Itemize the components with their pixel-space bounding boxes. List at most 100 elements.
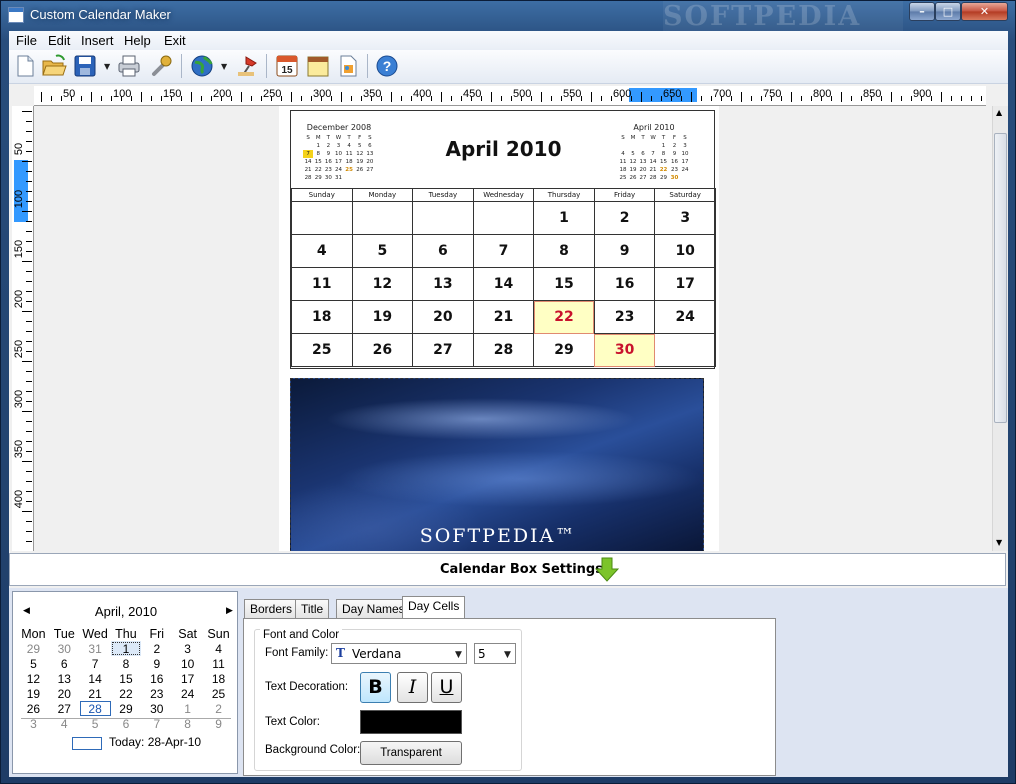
day-cell[interactable]: 30 (593, 333, 656, 367)
new-document-icon[interactable] (12, 53, 38, 79)
date-picker-day[interactable]: 13 (49, 671, 80, 686)
wrench-icon[interactable] (148, 53, 174, 79)
bold-button[interactable]: B (360, 672, 391, 703)
date-picker-day[interactable]: 15 (111, 671, 142, 686)
minimize-button[interactable]: – (909, 2, 935, 21)
maximize-button[interactable]: □ (935, 2, 961, 21)
image-icon[interactable] (335, 53, 361, 79)
day-cell[interactable]: 14 (472, 267, 535, 301)
scroll-up-icon[interactable]: ▲ (996, 108, 1002, 117)
menu-help[interactable]: Help (124, 33, 151, 48)
day-cell[interactable]: 23 (593, 300, 656, 334)
date-picker-day[interactable]: 10 (172, 656, 203, 671)
date-picker-day[interactable]: 27 (49, 701, 80, 716)
date-picker-day[interactable]: 11 (203, 656, 234, 671)
calendar-15-icon[interactable]: 15 (274, 53, 300, 79)
date-picker-day[interactable]: 8 (111, 656, 142, 671)
day-cell[interactable]: 3 (654, 201, 716, 235)
menu-edit[interactable]: Edit (48, 33, 70, 48)
chevron-down-icon[interactable]: ▼ (455, 650, 462, 660)
day-cell[interactable]: 27 (412, 333, 474, 367)
help-icon[interactable]: ? (374, 53, 400, 79)
title-bar[interactable]: Custom Calendar Maker SOFTPEDIA – □ ✕ (1, 1, 1015, 32)
font-size-select[interactable]: 5 ▼ (474, 643, 516, 664)
date-picker-day[interactable]: 22 (111, 686, 142, 701)
menu-exit[interactable]: Exit (164, 33, 186, 48)
underline-button[interactable]: U (431, 672, 462, 703)
date-picker-day[interactable]: 26 (18, 701, 49, 716)
vertical-scrollbar[interactable]: ▲ ▼ (992, 106, 1008, 551)
date-picker-day[interactable]: 30 (141, 701, 172, 716)
today-link[interactable]: Today: 28-Apr-10 (109, 735, 201, 749)
date-picker-day[interactable]: 16 (141, 671, 172, 686)
day-cell[interactable]: 13 (412, 267, 474, 301)
text-color-swatch[interactable] (360, 710, 462, 734)
date-picker-day[interactable]: 18 (203, 671, 234, 686)
day-cell[interactable] (654, 333, 716, 367)
menu-file[interactable]: File (16, 33, 37, 48)
globe-dropdown-icon[interactable]: ▼ (221, 62, 229, 71)
day-cell[interactable]: 10 (654, 234, 716, 268)
pin-icon[interactable] (235, 53, 261, 79)
calendar-image[interactable]: SOFTPEDIA™ (290, 378, 704, 551)
day-cell[interactable]: 22 (533, 300, 595, 334)
tab-borders[interactable]: Borders (244, 599, 299, 618)
background-color-button[interactable]: Transparent (360, 741, 462, 765)
date-picker-day[interactable]: 29 (18, 641, 49, 656)
date-picker-day[interactable]: 17 (172, 671, 203, 686)
date-picker-day[interactable]: 31 (80, 641, 111, 656)
print-icon[interactable] (116, 53, 142, 79)
date-picker-day[interactable]: 21 (80, 686, 111, 701)
day-cell[interactable]: 25 (291, 333, 353, 367)
day-cell[interactable]: 7 (472, 234, 535, 268)
chevron-down-icon[interactable]: ▼ (504, 650, 511, 660)
down-arrow-icon[interactable] (594, 557, 620, 582)
menu-insert[interactable]: Insert (81, 33, 114, 48)
save-icon[interactable] (72, 53, 98, 79)
day-cell[interactable]: 28 (472, 333, 535, 367)
date-picker-day[interactable]: 2 (141, 641, 172, 656)
tab-day-names[interactable]: Day Names (336, 599, 411, 618)
date-picker-day[interactable]: 1 (172, 701, 203, 716)
tab-day-cells[interactable]: Day Cells (402, 596, 466, 619)
day-cell[interactable]: 17 (654, 267, 716, 301)
day-cell[interactable]: 8 (533, 234, 595, 268)
date-picker-day[interactable]: 7 (80, 656, 111, 671)
date-picker-day[interactable]: 6 (49, 656, 80, 671)
date-picker-day[interactable]: 5 (18, 656, 49, 671)
day-cell[interactable] (472, 201, 535, 235)
day-cell[interactable]: 11 (291, 267, 353, 301)
date-picker-day[interactable]: 20 (49, 686, 80, 701)
next-month-icon[interactable]: ▶ (226, 605, 233, 616)
scrollbar-thumb[interactable] (994, 133, 1007, 423)
date-picker-day[interactable]: 1 (110, 641, 142, 656)
day-cell[interactable]: 9 (593, 234, 656, 268)
day-cell[interactable]: 21 (472, 300, 535, 334)
day-cell[interactable]: 1 (533, 201, 595, 235)
date-picker[interactable]: April, 2010 ◀ ▶ Mon Tue Wed Thu Fri Sat Sun 29 3… (12, 591, 238, 774)
notepad-icon[interactable] (305, 53, 331, 79)
date-picker-day[interactable]: 28 (79, 701, 111, 716)
settings-header[interactable]: Calendar Box Settings (9, 553, 1006, 586)
date-picker-day[interactable]: 19 (18, 686, 49, 701)
day-cell[interactable] (291, 201, 353, 235)
day-cell[interactable]: 4 (291, 234, 353, 268)
date-picker-day[interactable]: 12 (18, 671, 49, 686)
day-cell[interactable] (412, 201, 474, 235)
day-cell[interactable]: 20 (412, 300, 474, 334)
font-family-select[interactable]: T Verdana ▼ (331, 643, 467, 664)
date-picker-day[interactable]: 23 (141, 686, 172, 701)
day-cell[interactable]: 29 (533, 333, 595, 367)
calendar-box[interactable]: December 2008 S M T W T F S 1 2 3 4 5 6 7 8 9 10 11 12 13 14… (290, 110, 716, 369)
day-cell[interactable]: 6 (412, 234, 474, 268)
prev-month-icon[interactable]: ◀ (23, 605, 30, 616)
day-cell[interactable]: 12 (351, 267, 414, 301)
design-canvas[interactable]: December 2008 S M T W T F S 1 2 3 4 5 6 7 8 9 10 11 12 13 14… (34, 106, 992, 551)
day-cell[interactable]: 19 (351, 300, 414, 334)
globe-icon[interactable] (189, 53, 215, 79)
date-picker-day[interactable]: 29 (111, 701, 142, 716)
date-picker-day[interactable]: 25 (203, 686, 234, 701)
date-picker-day[interactable]: 24 (172, 686, 203, 701)
close-button[interactable]: ✕ (961, 2, 1008, 21)
day-cell[interactable]: 24 (654, 300, 716, 334)
